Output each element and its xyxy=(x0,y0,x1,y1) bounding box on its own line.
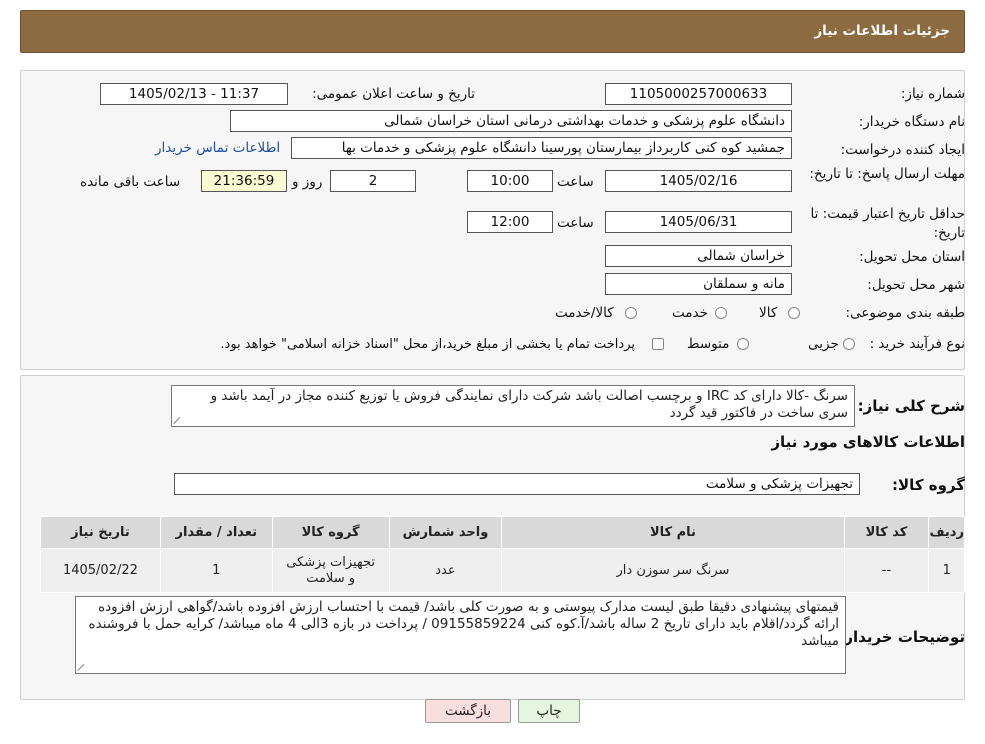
requester-label: ایجاد کننده درخواست: xyxy=(840,142,965,158)
need-number-field: 1105000257000633 xyxy=(605,83,792,105)
page-header: جزئیات اطلاعات نیاز xyxy=(20,10,965,53)
remaining-time-field: 21:36:59 xyxy=(201,170,287,192)
th-quantity: تعداد / مقدار xyxy=(159,516,273,549)
cell-row: 1 xyxy=(928,548,965,593)
validity-time-field: 12:00 xyxy=(467,211,553,233)
remaining-label: ساعت باقی مانده xyxy=(80,174,181,190)
city-label: شهر محل تحویل: xyxy=(867,277,965,293)
description-label: شرح کلی نیاز: xyxy=(857,397,965,415)
description-text: سرنگ -کالا دارای کد IRC و برچسب اصالت با… xyxy=(171,385,855,427)
requester-field: جمشید کوه کنی کاربرداز بیمارستان پورسینا… xyxy=(291,137,792,159)
cell-code: -- xyxy=(843,548,930,593)
buyer-notes-content: قیمتهای پیشنهادی دقیقا طبق لیست مدارک پی… xyxy=(88,599,839,649)
city-field: مانه و سملقان xyxy=(605,273,792,295)
cell-date: 1405/02/22 xyxy=(40,548,161,593)
purchase-radio-minor[interactable] xyxy=(843,338,855,350)
cell-name: سرنگ سر سوزن دار xyxy=(501,548,845,593)
need-number-label: شماره نیاز: xyxy=(900,86,965,102)
th-row: ردیف xyxy=(928,516,965,549)
category-radio-goods-service[interactable] xyxy=(625,307,637,319)
table-header-row: تاریخ نیاز تعداد / مقدار گروه کالا واحد … xyxy=(40,516,965,549)
deadline-label: مهلت ارسال پاسخ: تا تاریخ: xyxy=(809,166,965,182)
buyer-org-field: دانشگاه علوم پزشکی و خدمات بهداشتی درمان… xyxy=(230,110,792,132)
category-radio-service[interactable] xyxy=(715,307,727,319)
deadline-time-field: 10:00 xyxy=(467,170,553,192)
validity-date-field: 1405/06/31 xyxy=(605,211,792,233)
goods-table: تاریخ نیاز تعداد / مقدار گروه کالا واحد … xyxy=(40,516,965,593)
back-button[interactable]: بازگشت xyxy=(425,699,511,723)
deadline-time-label: ساعت xyxy=(557,174,594,190)
category-option-service: خدمت xyxy=(672,305,708,321)
validity-time-label: ساعت xyxy=(557,215,594,231)
days-field: 2 xyxy=(330,170,416,192)
th-unit: واحد شمارش xyxy=(388,516,503,549)
goods-group-field: تجهیزات پزشکی و سلامت xyxy=(174,473,860,495)
purchase-radio-medium[interactable] xyxy=(737,338,749,350)
announce-label: تاریخ و ساعت اعلان عمومی: xyxy=(312,86,475,102)
buyer-notes-text: قیمتهای پیشنهادی دقیقا طبق لیست مدارک پی… xyxy=(75,596,846,674)
announce-field: 1405/02/13 - 11:37 xyxy=(100,83,288,105)
cell-quantity: 1 xyxy=(159,548,273,593)
purchase-option-minor: جزیی xyxy=(808,336,839,352)
th-group: گروه کالا xyxy=(271,516,390,549)
goods-section-title: اطلاعات کالاهای مورد نیاز xyxy=(771,433,965,451)
purchase-type-label: نوع فرآیند خرید : xyxy=(869,336,965,352)
buyer-org-label: نام دستگاه خریدار: xyxy=(858,114,965,130)
category-radio-goods[interactable] xyxy=(788,307,800,319)
page-title: جزئیات اطلاعات نیاز xyxy=(814,23,950,39)
th-name: نام کالا xyxy=(501,516,845,549)
cell-unit: عدد xyxy=(388,548,503,593)
buyer-contact-link[interactable]: اطلاعات تماس خریدار xyxy=(155,140,280,156)
days-label: روز و xyxy=(292,174,323,190)
purchase-option-medium: متوسط xyxy=(687,336,730,352)
cell-group: تجهیزات پزشکی و سلامت xyxy=(271,548,390,593)
category-option-goods: کالا xyxy=(759,305,778,321)
province-field: خراسان شمالی xyxy=(605,245,792,267)
print-button[interactable]: چاپ xyxy=(518,699,580,723)
th-code: کد کالا xyxy=(843,516,930,549)
resize-grip-icon[interactable] xyxy=(174,415,183,424)
province-label: استان محل تحویل: xyxy=(859,249,965,265)
buyer-notes-label: توضیحات خریدار: xyxy=(838,628,965,646)
description-content: سرنگ -کالا دارای کد IRC و برچسب اصالت با… xyxy=(210,388,848,421)
validity-label: حداقل تاریخ اعتبار قیمت: تا تاریخ: xyxy=(810,206,965,241)
table-row: 1405/02/22 1 تجهیزات پزشکی و سلامت عدد س… xyxy=(40,548,965,593)
purchase-checkbox-treasury[interactable] xyxy=(652,338,664,350)
resize-grip-icon[interactable] xyxy=(78,662,87,671)
th-date: تاریخ نیاز xyxy=(40,516,161,549)
purchase-note: پرداخت تمام یا بخشی از مبلغ خرید،از محل … xyxy=(220,337,635,352)
category-option-goods-service: کالا/خدمت xyxy=(555,305,614,321)
deadline-date-field: 1405/02/16 xyxy=(605,170,792,192)
goods-group-label: گروه کالا: xyxy=(892,476,965,494)
category-label: طبقه بندی موضوعی: xyxy=(845,305,965,321)
